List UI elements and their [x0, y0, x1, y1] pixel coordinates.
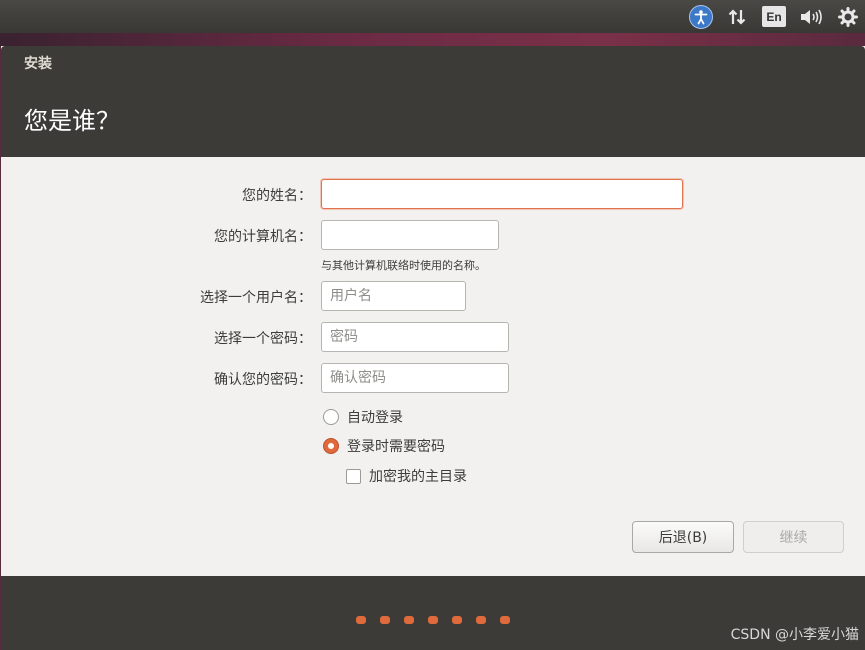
- accessibility-icon: [689, 4, 713, 29]
- system-menu[interactable]: [835, 3, 861, 30]
- password-field[interactable]: [321, 322, 509, 352]
- progress-dot: [380, 616, 390, 624]
- progress-dot: [356, 616, 366, 624]
- encrypt-home-checkbox[interactable]: [346, 468, 361, 484]
- computer-name-hint: 与其他计算机联络时使用的名称。: [321, 259, 486, 272]
- progress-dot: [476, 616, 486, 624]
- window-title: 安装: [24, 56, 52, 72]
- volume-icon: [801, 9, 822, 24]
- require-password-radio[interactable]: [323, 438, 339, 454]
- confirm-password-label: 确认您的密码：: [214, 372, 312, 388]
- require-password-option[interactable]: 登录时需要密码: [323, 436, 445, 456]
- progress-dot: [428, 616, 438, 624]
- form-area: 您的姓名： 您的计算机名： 与其他计算机联络时使用的名称。 选择一个用户名： 选…: [1, 157, 865, 576]
- computer-name-label: 您的计算机名：: [214, 229, 312, 245]
- auto-login-label: 自动登录: [347, 410, 403, 426]
- top-panel: En: [0, 0, 865, 33]
- volume-indicator[interactable]: [797, 3, 825, 30]
- computer-name-field[interactable]: [321, 220, 499, 250]
- progress-dot: [452, 616, 462, 624]
- encrypt-home-label: 加密我的主目录: [369, 469, 467, 485]
- back-button[interactable]: 后退(B): [632, 521, 734, 553]
- desktop-background: [0, 33, 865, 47]
- network-icon: [728, 8, 746, 25]
- require-password-label: 登录时需要密码: [347, 439, 445, 455]
- progress-dots: [356, 616, 510, 624]
- installer-window: 安装 您是谁？ 您的姓名： 您的计算机名： 与其他计算机联络时使用的名称。 选择…: [1, 46, 865, 650]
- name-field[interactable]: [321, 179, 683, 209]
- window-header: 安装 您是谁？: [1, 46, 865, 157]
- confirm-password-field[interactable]: [321, 363, 509, 393]
- password-label: 选择一个密码：: [214, 331, 312, 347]
- keyboard-icon: En: [762, 6, 786, 27]
- auto-login-radio[interactable]: [323, 409, 339, 425]
- progress-dot: [500, 616, 510, 624]
- accessibility-indicator[interactable]: [688, 3, 714, 30]
- watermark: CSDN @小李爱小猫: [730, 627, 859, 643]
- gear-icon: [838, 6, 858, 27]
- username-field[interactable]: [321, 281, 466, 311]
- network-indicator[interactable]: [724, 3, 750, 30]
- progress-dot: [404, 616, 414, 624]
- name-label: 您的姓名：: [242, 188, 312, 204]
- encrypt-home-option[interactable]: 加密我的主目录: [346, 466, 467, 486]
- continue-button[interactable]: 继续: [743, 521, 844, 553]
- page-title: 您是谁？: [24, 107, 120, 135]
- auto-login-option[interactable]: 自动登录: [323, 407, 403, 427]
- username-label: 选择一个用户名：: [200, 290, 312, 306]
- keyboard-indicator[interactable]: En: [761, 3, 787, 30]
